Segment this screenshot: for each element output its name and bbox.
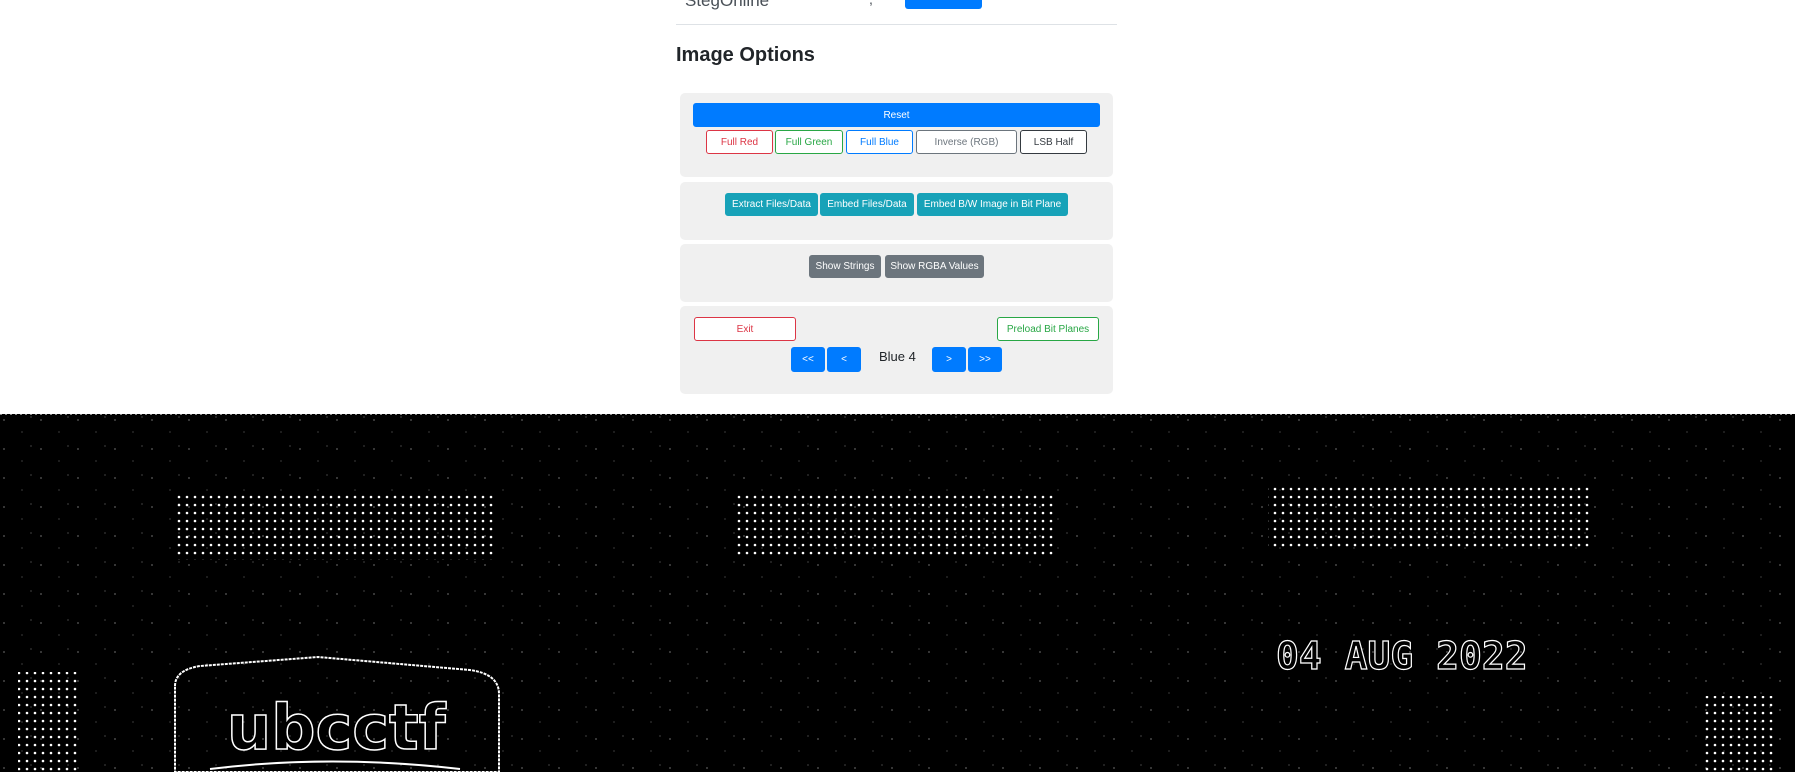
last-plane-button[interactable]: >> bbox=[968, 347, 1002, 372]
dot-text-block-right bbox=[1268, 485, 1590, 551]
dot-cluster-right bbox=[1705, 696, 1775, 772]
embed-bw-image-button[interactable]: Embed B/W Image in Bit Plane bbox=[917, 193, 1068, 216]
full-red-button[interactable]: Full Red bbox=[706, 130, 773, 154]
embed-files-button[interactable]: Embed Files/Data bbox=[820, 193, 914, 216]
data-options-panel: Extract Files/Data Embed Files/Data Embe… bbox=[680, 182, 1113, 240]
current-plane-label: Blue 4 bbox=[879, 349, 916, 364]
dot-cluster-left bbox=[18, 672, 78, 772]
view-options-panel: Show Strings Show RGBA Values bbox=[680, 244, 1113, 302]
preload-bit-planes-button[interactable]: Preload Bit Planes bbox=[997, 317, 1099, 341]
exit-button[interactable]: Exit bbox=[694, 317, 796, 341]
image-options-title: Image Options bbox=[676, 44, 815, 66]
dot-text-block-left bbox=[175, 494, 497, 560]
app-brand[interactable]: StegOnline bbox=[685, 0, 769, 11]
show-strings-button[interactable]: Show Strings bbox=[809, 255, 881, 278]
bitplane-image: 04 AUG 2022 ubcctf bbox=[0, 414, 1795, 772]
lsb-half-button[interactable]: LSB Half bbox=[1020, 130, 1087, 154]
full-blue-button[interactable]: Full Blue bbox=[846, 130, 913, 154]
top-strip: StegOnline , bbox=[676, 0, 1117, 25]
dot-text-block-center bbox=[735, 492, 1057, 558]
bitplane-canvas[interactable]: 04 AUG 2022 ubcctf bbox=[0, 414, 1795, 772]
bitplane-nav-panel: Exit Preload Bit Planes << < Blue 4 > >> bbox=[680, 306, 1113, 394]
full-green-button[interactable]: Full Green bbox=[775, 130, 843, 154]
next-plane-button[interactable]: > bbox=[932, 347, 966, 372]
first-plane-button[interactable]: << bbox=[791, 347, 825, 372]
color-options-panel: Reset Full Red Full Green Full Blue Inve… bbox=[680, 93, 1113, 177]
show-rgba-values-button[interactable]: Show RGBA Values bbox=[885, 255, 984, 278]
reset-button[interactable]: Reset bbox=[693, 103, 1100, 127]
logo-text: ubcctf bbox=[227, 691, 447, 764]
header-separator: , bbox=[869, 0, 873, 7]
date-text: 04 AUG 2022 bbox=[1276, 634, 1528, 678]
header-action-button[interactable] bbox=[905, 0, 982, 9]
extract-files-button[interactable]: Extract Files/Data bbox=[725, 193, 818, 216]
inverse-rgb-button[interactable]: Inverse (RGB) bbox=[916, 130, 1017, 154]
prev-plane-button[interactable]: < bbox=[827, 347, 861, 372]
